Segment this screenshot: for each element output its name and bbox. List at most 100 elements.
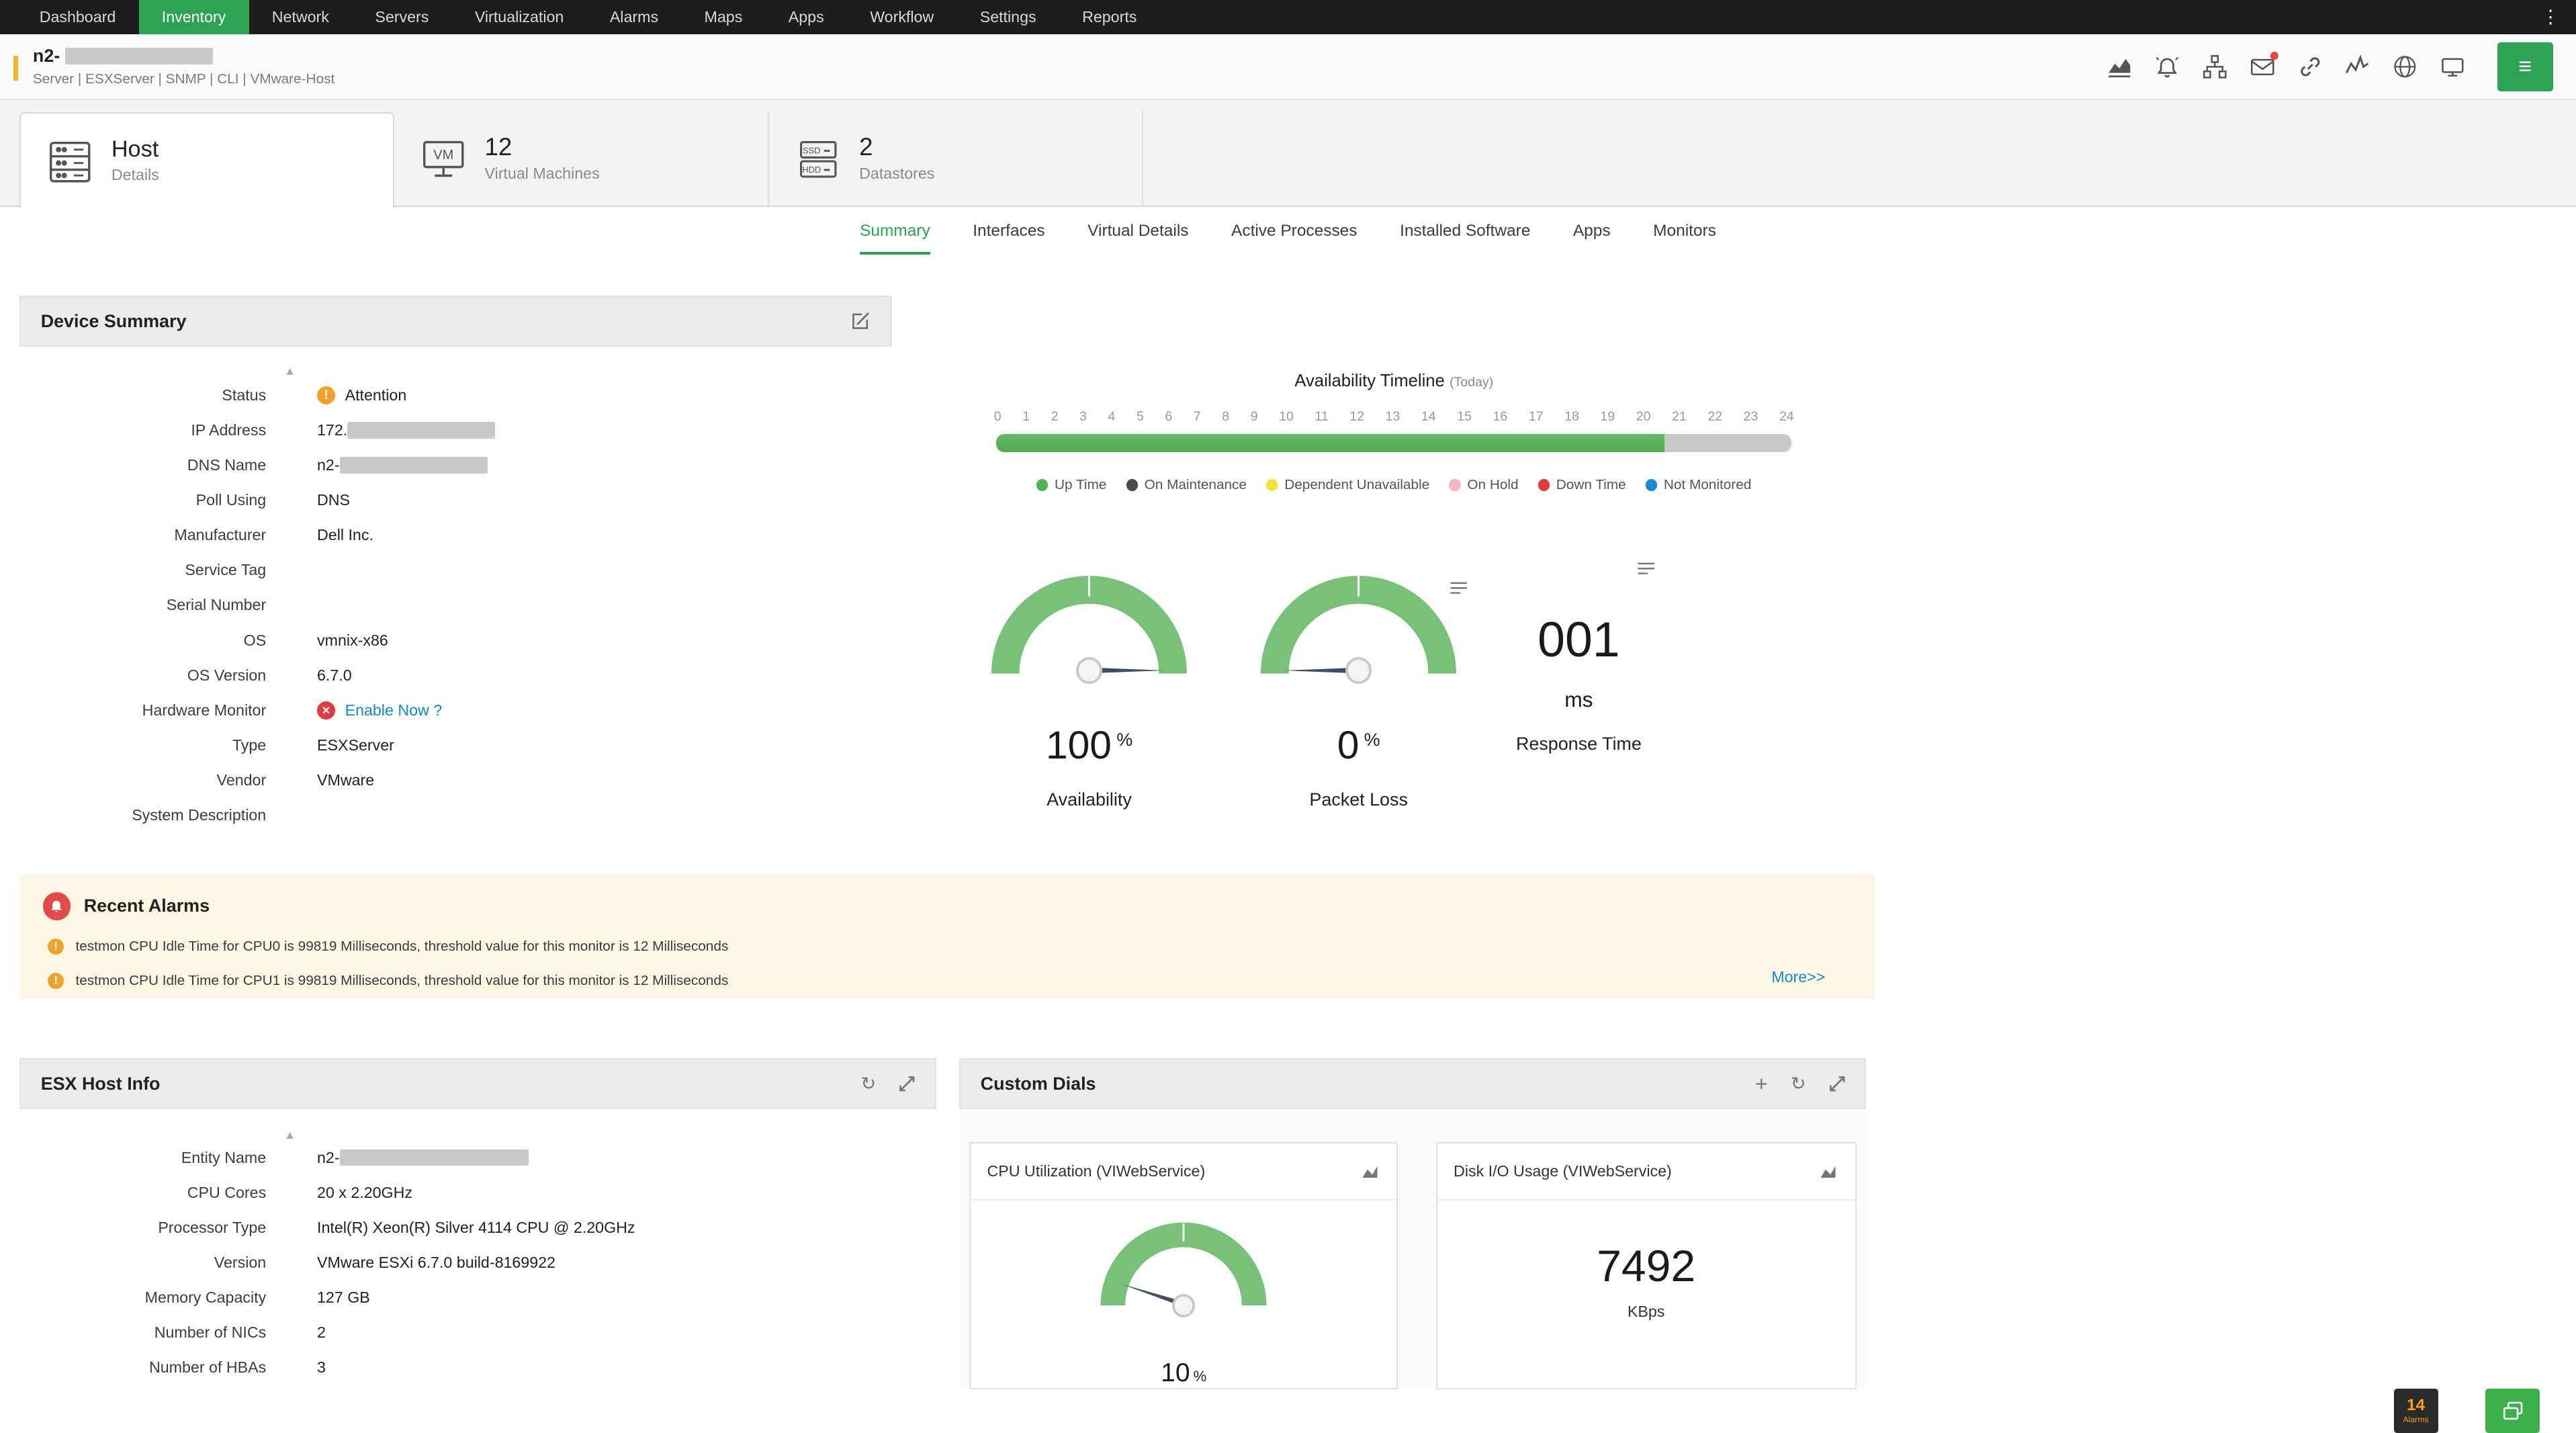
cpu-utilization-value: 10 [1161,1358,1190,1387]
timeline-tick: 6 [1165,408,1173,424]
more-apps-icon[interactable]: ⋮ [2525,0,2576,34]
field-value[interactable]: Enable Now ? [345,701,443,720]
expand-icon[interactable] [899,1076,915,1092]
timeline-tick: 24 [1779,408,1794,424]
alarm-row[interactable]: ! testmon CPU Idle Time for CPU1 is 9981… [47,973,1852,990]
field-value: 6.7.0 [317,666,352,684]
nav-item[interactable]: Settings [957,0,1059,34]
timeline-subtitle: (Today) [1449,374,1494,390]
legend-dot [1538,479,1550,491]
mini-chart-icon[interactable] [1361,1156,1380,1186]
timeline-tick: 2 [1051,408,1059,424]
chart-menu-icon[interactable] [1636,556,1656,585]
timeline-tick: 19 [1600,408,1615,424]
subtab[interactable]: Installed Software [1400,222,1530,255]
device-summary-panel: Device Summary ▲ Status Attention IP Add… [19,296,893,851]
nav-item[interactable]: Inventory [138,0,249,35]
redacted-value [339,457,488,474]
summary-field-row: Serial Number [19,596,892,631]
tab-host-details[interactable]: Host Details [19,112,394,208]
timeline-axis: 0 1 2 3 4 5 6 7 8 9 10 11 12 13 14 15 16 17 18 19 20 21 22 23 24 [994,409,1794,425]
refresh-icon[interactable]: ↻ [861,1074,877,1094]
subtab[interactable]: Active Processes [1231,222,1357,255]
svg-text:VM: VM [433,148,453,163]
timeline-tick: 15 [1457,408,1472,424]
summary-field-row: Hardware Monitor Enable Now ? [19,701,892,736]
link-icon[interactable] [2297,54,2323,80]
mail-icon[interactable] [2249,52,2279,80]
gauge-knob [1345,657,1372,684]
summary-field-row: IP Address 172. [19,421,892,456]
field-value: Dell Inc. [317,526,373,544]
field-label: Manufacturer [174,526,267,544]
response-time-label: Response Time [1515,734,1642,754]
timeline-tick: 18 [1564,408,1579,424]
alarm-bell-icon[interactable] [2154,54,2180,80]
nav-item[interactable]: Servers [352,0,451,34]
tab-datastores[interactable]: SSD HDD 2 Datastores [769,110,1144,206]
esx-field-row: Number of HBAs 3 [19,1358,936,1393]
subtab[interactable]: Monitors [1653,222,1716,255]
device-summary-title: Device Summary [40,310,187,331]
nav-item[interactable]: Alarms [587,0,682,34]
area-chart-icon[interactable] [2106,54,2133,80]
field-label: Memory Capacity [144,1289,267,1307]
field-value: n2- [317,1148,340,1166]
redacted-value [339,1149,529,1166]
field-label: Type [232,736,267,754]
legend-dot [1645,479,1658,491]
expand-icon[interactable] [1829,1076,1845,1092]
add-dial-icon[interactable]: + [1755,1072,1768,1096]
legend-dot [1449,479,1461,491]
device-header: n2- Server | ESXServer | SNMP | CLI | VM… [0,34,2576,101]
uptime-bar-fill [996,434,1664,453]
nav-item[interactable]: Network [249,0,353,34]
field-status-icon [317,386,335,404]
field-value: ESXServer [317,736,394,754]
alarm-row[interactable]: ! testmon CPU Idle Time for CPU0 is 9981… [47,938,1852,955]
nav-item[interactable]: Dashboard [16,0,138,34]
refresh-icon[interactable]: ↻ [1791,1074,1806,1094]
nav-item[interactable]: Virtualization [452,0,587,34]
legend-dot [1036,479,1049,491]
field-value: DNS [317,491,351,509]
tab-virtual-machines[interactable]: VM 12 Virtual Machines [394,110,769,206]
legend-item: On Maintenance [1126,477,1247,493]
remote-screen-icon[interactable] [2440,54,2466,80]
vm-count: 12 [484,133,513,161]
gauge-knob [1075,657,1103,684]
field-label: CPU Cores [187,1183,267,1201]
field-value: 20 x 2.20GHz [317,1183,412,1201]
subtab[interactable]: Interfaces [973,222,1045,255]
hamburger-menu-button[interactable]: ≡ [2497,42,2553,91]
nav-item[interactable]: Maps [681,0,765,34]
alarms-more-link[interactable]: More>> [1771,968,1825,986]
timeline-tick: 8 [1222,408,1230,424]
field-label: Entity Name [181,1148,267,1166]
cpu-dial-title: CPU Utilization (VIWebService) [987,1162,1206,1180]
field-label: Status [222,386,267,404]
nav-item[interactable]: Workflow [847,0,957,34]
esx-host-info-title: ESX Host Info [40,1073,161,1094]
field-value: vmnix-x86 [317,631,388,649]
legend-label: Down Time [1556,477,1626,493]
performance-graph-icon[interactable] [2344,54,2370,80]
nav-item[interactable]: Reports [1059,0,1160,34]
timeline-tick: 17 [1528,408,1544,424]
legend-label: Dependent Unavailable [1284,477,1430,493]
subtab[interactable]: Apps [1573,222,1611,255]
mini-chart-icon[interactable] [1819,1156,1838,1186]
nav-item[interactable]: Apps [766,0,847,34]
alarm-count-badge[interactable]: 14 Alarms [2393,1388,2438,1433]
edit-icon[interactable] [850,310,871,332]
globe-icon[interactable] [2392,54,2418,80]
availability-timeline-bar[interactable] [996,434,1792,453]
subtab[interactable]: Summary [860,222,930,255]
field-value: Attention [345,386,407,404]
field-value: 2 [317,1323,326,1342]
chat-support-button[interactable] [2485,1388,2540,1433]
topology-icon[interactable] [2202,54,2228,80]
field-status-icon [317,701,335,720]
subtab[interactable]: Virtual Details [1087,222,1188,255]
timeline-title: Availability Timeline [1294,371,1445,390]
